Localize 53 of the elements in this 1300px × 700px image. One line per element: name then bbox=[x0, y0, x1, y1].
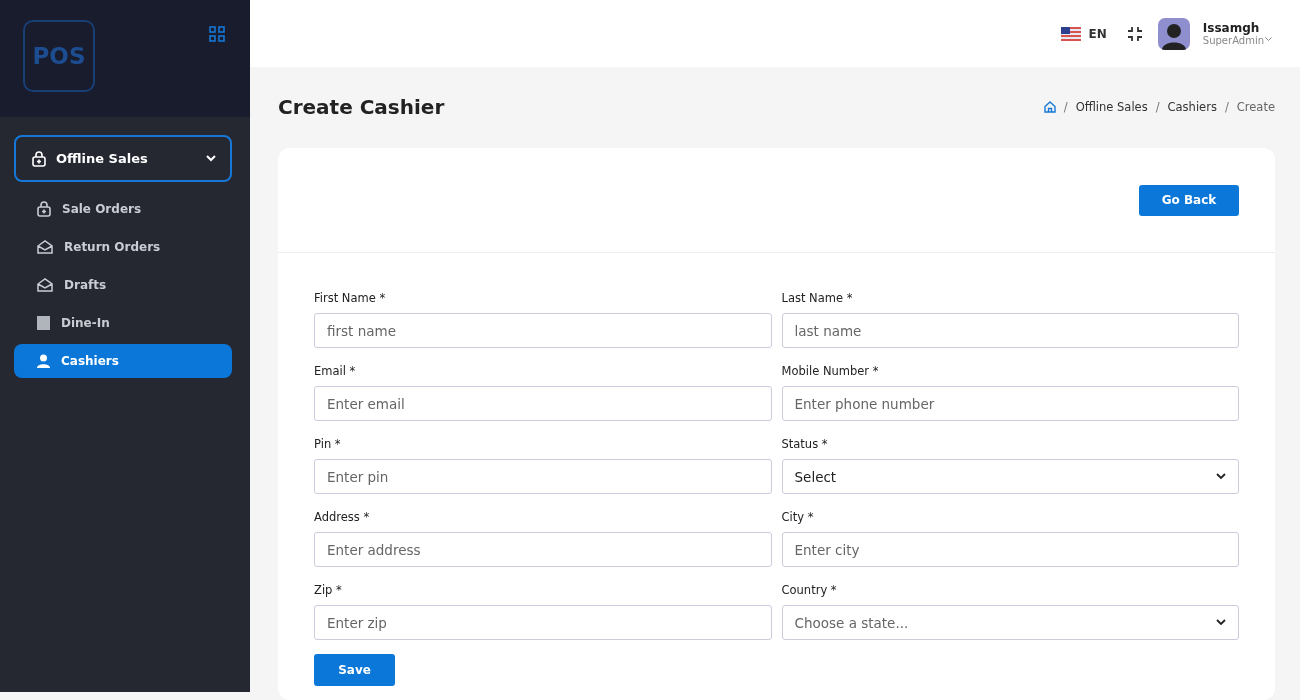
field-label: Last Name * bbox=[781, 291, 854, 305]
field-label: Email * bbox=[314, 364, 357, 378]
chevron-down-icon bbox=[1216, 619, 1226, 626]
field-label: Address * bbox=[314, 510, 371, 524]
user-icon bbox=[37, 354, 50, 368]
sidebar-item[interactable]: Drafts bbox=[14, 268, 232, 302]
input-field[interactable]: Enter city bbox=[781, 532, 1239, 567]
avatar-icon[interactable] bbox=[1157, 17, 1190, 50]
sidebar-group-toggle[interactable]: Offline Sales bbox=[14, 135, 232, 182]
field-label: Zip * bbox=[314, 583, 343, 597]
page-title: Create Cashier bbox=[278, 95, 445, 119]
breadcrumb-separator: / bbox=[1224, 100, 1229, 114]
lock-icon bbox=[32, 150, 46, 167]
input-field[interactable]: first name bbox=[314, 313, 772, 348]
chevron-down-icon[interactable] bbox=[1265, 37, 1272, 42]
field-label: Status * bbox=[781, 437, 829, 451]
language-label[interactable]: EN bbox=[1088, 26, 1107, 41]
sidebar-item[interactable]: Sale Orders bbox=[14, 192, 232, 226]
input-field[interactable]: Enter phone number bbox=[781, 386, 1239, 421]
select-field[interactable]: Select bbox=[781, 459, 1239, 494]
breadcrumb-link[interactable]: Offline Sales bbox=[1075, 100, 1148, 114]
breadcrumb-link[interactable]: Cashiers bbox=[1167, 100, 1217, 114]
chevron-down-icon bbox=[1216, 473, 1226, 480]
user-name: Issamgh bbox=[1202, 21, 1261, 35]
square-icon bbox=[37, 316, 50, 330]
envelope-icon bbox=[37, 240, 53, 254]
lock-icon bbox=[37, 201, 51, 217]
save-button[interactable]: Save bbox=[314, 654, 395, 686]
field-label: City * bbox=[781, 510, 815, 524]
sidebar-item[interactable]: Return Orders bbox=[14, 230, 232, 264]
input-field[interactable]: Enter email bbox=[314, 386, 772, 421]
field-label: First Name * bbox=[314, 291, 387, 305]
envelope-icon bbox=[37, 278, 53, 292]
sidebar-item[interactable]: Dine-In bbox=[14, 306, 232, 340]
flag-icon[interactable] bbox=[1060, 26, 1081, 41]
pos-logo: POS bbox=[23, 20, 95, 92]
go-back-button[interactable]: Go Back bbox=[1139, 184, 1239, 216]
input-field[interactable]: Enter pin bbox=[314, 459, 772, 494]
input-field[interactable]: Enter zip bbox=[314, 605, 772, 640]
user-role-dropdown[interactable]: SuperAdmin bbox=[1202, 35, 1264, 46]
sidebar-item[interactable]: Cashiers bbox=[14, 344, 232, 378]
select-field[interactable]: Choose a state... bbox=[781, 605, 1239, 640]
grid-icon[interactable] bbox=[209, 26, 225, 42]
field-label: Mobile Number * bbox=[781, 364, 880, 378]
field-label: Country * bbox=[781, 583, 838, 597]
chevron-icon bbox=[206, 155, 216, 162]
collapse-icon[interactable] bbox=[1126, 25, 1143, 42]
input-field[interactable]: Enter address bbox=[314, 532, 772, 567]
home-icon[interactable] bbox=[1043, 101, 1056, 113]
field-label: Pin * bbox=[314, 437, 342, 451]
breadcrumb-separator: / bbox=[1155, 100, 1160, 114]
input-field[interactable]: last name bbox=[781, 313, 1239, 348]
breadcrumb-separator: / bbox=[1063, 100, 1068, 114]
